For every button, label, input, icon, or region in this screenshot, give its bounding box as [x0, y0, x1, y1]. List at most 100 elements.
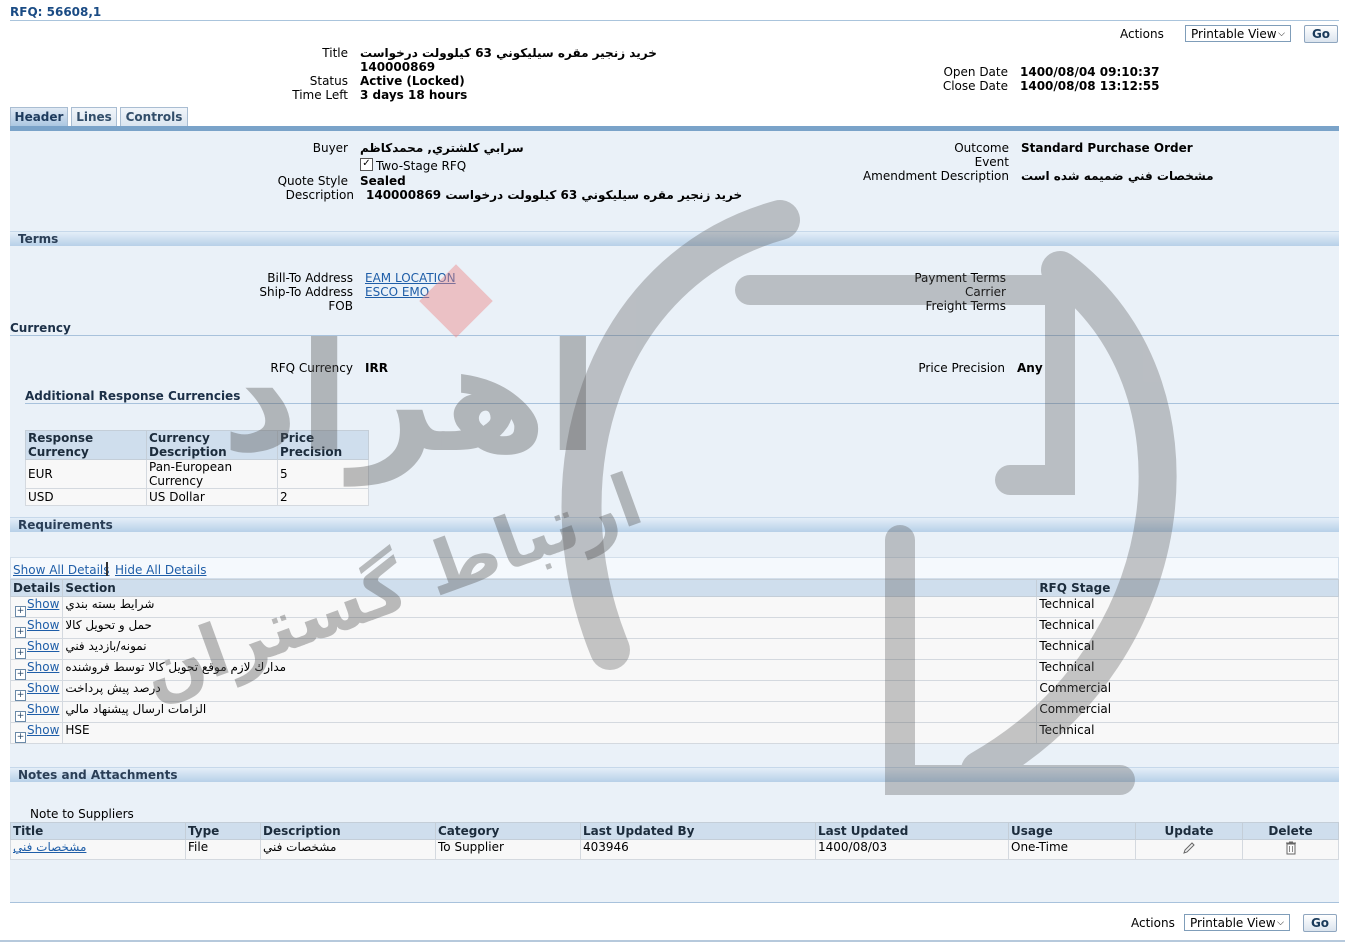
bottom-divider: [10, 902, 1339, 903]
link-separator: [106, 562, 108, 576]
table-row: + Show شرايط بسته بندي Technical: [9, 596, 1339, 618]
title-number: 140000869: [360, 60, 436, 74]
buyer-label: Buyer: [312, 141, 348, 155]
cell-description: Pan-European Currency: [146, 459, 278, 489]
open-date-value: 1400/08/04 09:10:37: [1020, 65, 1160, 79]
trash-icon[interactable]: [1283, 840, 1299, 856]
show-all-details-link[interactable]: Show All Details: [13, 563, 110, 577]
table-header-row: Response Currency Currency Description P…: [25, 430, 369, 460]
notes-section-header: Notes and Attachments: [10, 767, 1339, 782]
stage-cell: Commercial: [1036, 701, 1339, 723]
col-rfq-stage: RFQ Stage: [1036, 579, 1339, 597]
attachments-table: Title Type Description Category Last Upd…: [10, 822, 1339, 860]
outcome-value: Standard Purchase Order: [1021, 141, 1193, 155]
price-precision-label: Price Precision: [918, 361, 1005, 375]
two-stage-label: Two-Stage RFQ: [376, 159, 467, 173]
description-cell: مشخصات فني: [260, 839, 436, 860]
actions-select-bottom[interactable]: Printable View ⌵: [1184, 914, 1290, 931]
section-text: نمونه/بازديد فني: [65, 639, 147, 653]
show-link[interactable]: Show: [27, 618, 59, 632]
quote-style-value: Sealed: [360, 174, 406, 188]
attachment-title-link[interactable]: مشخصات فني: [13, 840, 86, 854]
table-row: USD US Dollar 2: [25, 488, 369, 506]
bill-to-link[interactable]: EAM LOCATION: [365, 271, 456, 285]
title-divider: [10, 20, 1339, 21]
cell-precision: 5: [277, 459, 369, 489]
updated-cell: 1400/08/03: [815, 839, 1009, 860]
col-category: Category: [435, 822, 581, 840]
show-link[interactable]: Show: [27, 660, 59, 674]
show-link[interactable]: Show: [27, 681, 59, 695]
section-cell: شرايط بسته بندي: [62, 596, 1038, 618]
additional-currencies-title: Additional Response Currencies: [25, 389, 241, 403]
section-text: الزامات ارسال پيشنهاد مالي: [65, 702, 207, 716]
show-link[interactable]: Show: [27, 723, 59, 737]
tab-header[interactable]: Header: [10, 107, 68, 127]
expand-plus-icon[interactable]: +: [15, 690, 26, 701]
additional-currencies-divider: [25, 403, 1339, 404]
stage-cell: Technical: [1036, 659, 1339, 681]
cell-description: US Dollar: [146, 488, 278, 506]
attachment-description: مشخصات فني: [263, 840, 337, 854]
col-update: Update: [1135, 822, 1243, 840]
tab-lines[interactable]: Lines: [71, 107, 117, 127]
freight-terms-label: Freight Terms: [925, 299, 1007, 313]
expand-plus-icon[interactable]: +: [15, 732, 26, 743]
chevron-down-icon: ⌵: [1278, 29, 1285, 39]
pencil-icon[interactable]: [1181, 840, 1197, 856]
ship-to-link[interactable]: ESCO EMO: [365, 285, 429, 299]
stage-cell: Commercial: [1036, 680, 1339, 702]
section-cell: درصد پيش پرداخت: [62, 680, 1038, 702]
section-cell: HSE: [62, 722, 1038, 744]
quote-style-label: Quote Style: [277, 174, 348, 188]
price-precision-value: Any: [1017, 361, 1043, 375]
col-details: Details: [9, 579, 64, 597]
open-date-label: Open Date: [943, 65, 1008, 79]
expand-plus-icon[interactable]: +: [15, 669, 26, 680]
requirements-toolbar: [10, 557, 1339, 579]
col-title: Title: [10, 822, 186, 840]
tab-controls[interactable]: Controls: [120, 107, 188, 127]
col-response-currency: Response Currency: [25, 430, 147, 460]
expand-plus-icon[interactable]: +: [15, 606, 26, 617]
cell-precision: 2: [277, 488, 369, 506]
expand-plus-icon[interactable]: +: [15, 648, 26, 659]
description-label: Description: [285, 188, 354, 202]
title-value: خريد زنجير مقره سيليكوني 63 كيلوولت درخو…: [360, 46, 657, 60]
actions-select-top[interactable]: Printable View ⌵: [1185, 25, 1291, 42]
section-text: مدارك لازم موقع تحويل كالا توسط فروشنده: [65, 660, 287, 674]
hide-all-details-link[interactable]: Hide All Details: [115, 563, 206, 577]
category-cell: To Supplier: [435, 839, 581, 860]
requirements-table: Details Section RFQ Stage + Show شرايط بس…: [9, 579, 1339, 744]
note-to-suppliers-label: Note to Suppliers: [30, 807, 134, 821]
show-link[interactable]: Show: [27, 639, 59, 653]
expand-plus-icon[interactable]: +: [15, 627, 26, 638]
fob-label: FOB: [328, 299, 353, 313]
actions-select-value: Printable View: [1190, 916, 1276, 930]
event-label: Event: [974, 155, 1009, 169]
currency-divider: [10, 335, 1339, 336]
go-button-top[interactable]: Go: [1304, 25, 1338, 43]
details-cell: + Show: [9, 659, 64, 681]
table-row: + Show HSE Technical: [9, 722, 1339, 744]
two-stage-checkbox[interactable]: ✓: [360, 158, 373, 171]
usage-cell: One-Time: [1008, 839, 1136, 860]
table-row: مشخصات فني File مشخصات فني To Supplier 4…: [10, 839, 1339, 860]
section-text: HSE: [65, 723, 90, 737]
details-cell: + Show: [9, 596, 64, 618]
updated-by-cell: 403946: [580, 839, 816, 860]
expand-plus-icon[interactable]: +: [15, 711, 26, 722]
show-link[interactable]: Show: [27, 702, 59, 716]
section-text: حمل و تحويل كالا: [65, 618, 152, 632]
table-header-row: Title Type Description Category Last Upd…: [10, 822, 1339, 840]
table-header-row: Details Section RFQ Stage: [9, 579, 1339, 597]
col-delete: Delete: [1242, 822, 1339, 840]
table-row: EUR Pan-European Currency 5: [25, 459, 369, 489]
bill-to-label: Bill-To Address: [267, 271, 353, 285]
go-button-bottom[interactable]: Go: [1303, 914, 1337, 932]
show-link[interactable]: Show: [27, 597, 59, 611]
col-currency-description: Currency Description: [146, 430, 278, 460]
section-text: درصد پيش پرداخت: [65, 681, 161, 695]
time-left-value: 3 days 18 hours: [360, 88, 468, 102]
actions-select-value: Printable View: [1191, 27, 1277, 41]
